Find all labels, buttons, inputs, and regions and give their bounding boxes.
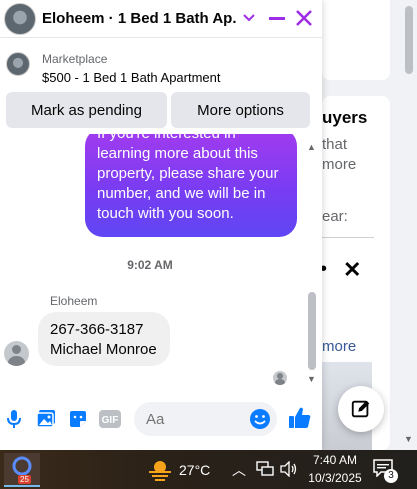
background-text: that [322,136,348,153]
chat-header[interactable]: Eloheem · 1 Bed 1 Bath Ap... [0,0,322,38]
message-composer: GIF [0,398,322,442]
background-heading: uyers [322,108,368,127]
microphone-icon[interactable] [3,408,25,430]
chat-title[interactable]: Eloheem · 1 Bed 1 Bath Ap... [42,10,237,27]
incoming-message[interactable]: 267-366-3187 Michael Monroe [38,312,170,366]
listing-thumbnail [6,52,30,76]
temperature-label[interactable]: 27°C [179,462,210,478]
thumbs-up-icon[interactable] [288,406,312,435]
marketplace-listing[interactable]: Marketplace $500 - 1 Bed 1 Bath Apartmen… [0,46,322,90]
close-icon[interactable]: ✕ [343,257,361,283]
chat-scrollbar-thumb[interactable] [308,292,316,370]
divider [322,237,374,238]
gif-icon[interactable]: GIF [99,408,121,430]
more-options-button[interactable]: More options [171,92,310,128]
background-text: more [322,156,357,173]
sender-name: Eloheem [50,294,98,308]
seen-avatar-icon [273,371,287,385]
network-icon[interactable] [256,461,274,477]
background-card-top [322,0,390,80]
chevron-down-icon[interactable] [241,9,257,27]
compose-icon [351,400,370,418]
taskbar-app-button[interactable]: 25 [4,453,40,487]
app-badge: 25 [18,475,31,484]
weather-icon[interactable] [147,459,173,481]
outgoing-message[interactable]: If you're interested in learning more ab… [85,134,297,237]
scroll-down-arrow-icon[interactable]: ▼ [404,434,413,444]
chat-window: Eloheem · 1 Bed 1 Bath Ap... Marketplace… [0,0,322,450]
page-scrollbar-thumb[interactable] [405,6,413,74]
chevron-up-icon[interactable]: ︿ [232,460,246,480]
minimize-icon[interactable] [268,9,286,27]
listing-title: $500 - 1 Bed 1 Bath Apartment [42,70,221,85]
new-message-button[interactable] [338,386,384,432]
background-text: ear: [322,208,348,225]
mark-as-pending-button[interactable]: Mark as pending [6,92,167,128]
clock-date[interactable]: 10/3/2025 [305,471,365,485]
see-more-link[interactable]: more [322,338,356,355]
listing-source-label: Marketplace [42,52,108,66]
volume-icon[interactable] [280,461,298,477]
incoming-message-line: 267-366-3187 [50,321,144,338]
scroll-down-arrow-icon[interactable]: ▼ [307,374,316,384]
sticker-icon[interactable] [67,408,89,430]
photo-icon[interactable] [35,408,57,430]
scroll-up-arrow-icon[interactable]: ▲ [307,142,316,152]
message-timestamp: 9:02 AM [127,258,173,272]
clock-time[interactable]: 7:40 AM [310,453,360,467]
close-icon[interactable] [294,8,314,28]
taskbar: 25 27°C ︿ 7:40 AM 10/3/2025 3 [0,450,417,489]
message-list[interactable]: If you're interested in learning more ab… [0,134,322,398]
avatar[interactable] [4,3,36,35]
gif-label: GIF [102,415,119,426]
incoming-message-line: Michael Monroe [50,341,157,358]
outgoing-message-text: If you're interested in learning more ab… [97,134,279,222]
notification-count-badge: 3 [384,469,398,483]
emoji-icon[interactable] [249,408,271,435]
avatar[interactable] [4,341,29,366]
